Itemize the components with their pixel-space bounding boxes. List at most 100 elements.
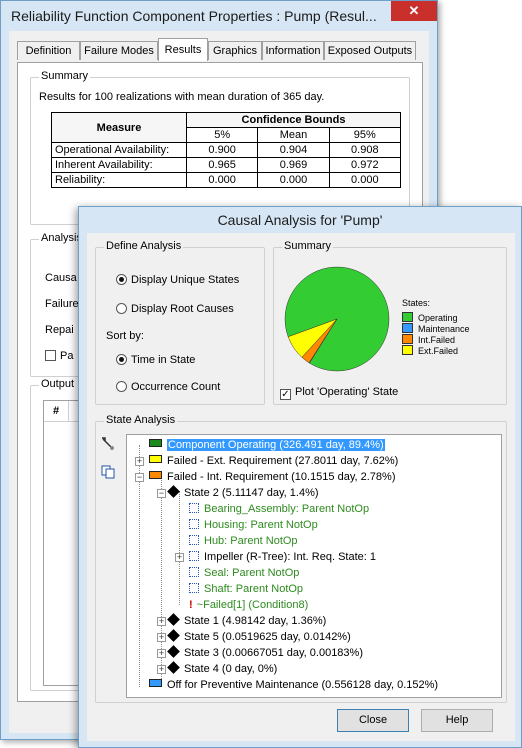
- collapse-minus-icon[interactable]: −: [157, 489, 166, 498]
- summary-pie-label: Summary: [282, 240, 334, 252]
- tree-node-preventive[interactable]: Off for Preventive Maintenance (0.556128…: [149, 678, 438, 692]
- tree-node-hub[interactable]: Hub: Parent NotOp: [189, 534, 298, 548]
- causal-analysis-window: Causal Analysis for 'Pump' Define Analys…: [78, 206, 522, 748]
- cell-value: 0.904: [257, 142, 330, 158]
- define-analysis-group: Define Analysis Display Unique States Di…: [95, 240, 265, 405]
- tree-node-state-1[interactable]: State 1 (4.98142 day, 1.36%): [167, 613, 326, 628]
- expand-plus-icon[interactable]: +: [175, 553, 184, 562]
- find-tool-icon[interactable]: [100, 436, 116, 452]
- tab-graphics[interactable]: Graphics: [208, 41, 262, 60]
- summary-text: Results for 100 realizations with mean d…: [39, 91, 325, 103]
- legend-label: Operating: [418, 313, 458, 323]
- table-row: Inherent Availability: 0.965 0.969 0.972: [51, 157, 402, 173]
- tab-information[interactable]: Information: [262, 41, 324, 60]
- collapse-minus-icon[interactable]: −: [135, 473, 144, 482]
- row-label: Reliability:: [51, 172, 187, 188]
- sort-by-label: Sort by:: [106, 330, 144, 342]
- causal-titlebar[interactable]: Causal Analysis for 'Pump': [79, 207, 521, 233]
- help-button[interactable]: Help: [421, 709, 493, 732]
- condition-icon: !: [189, 599, 193, 611]
- expand-plus-icon[interactable]: +: [157, 649, 166, 658]
- link-icon: [189, 535, 199, 545]
- legend-swatch: [402, 323, 413, 333]
- confidence-table: Measure Confidence Bounds 5% Mean 95% Op…: [51, 112, 402, 188]
- table-row: Reliability: 0.000 0.000 0.000: [51, 172, 402, 188]
- close-button[interactable]: Close: [337, 709, 409, 732]
- ext-failed-color-icon: [149, 455, 162, 463]
- expand-plus-icon[interactable]: +: [157, 665, 166, 674]
- radio-unique-states[interactable]: Display Unique States: [116, 274, 239, 286]
- legend-swatch: [402, 312, 413, 322]
- tree-node-state-2[interactable]: State 2 (5.11147 day, 1.4%): [167, 485, 319, 500]
- table-subheader-95: 95%: [328, 127, 402, 143]
- analysis-partial-label: Pa: [60, 350, 74, 362]
- radio-occurrence-count[interactable]: Occurrence Count: [116, 381, 220, 393]
- tree-node-state-4[interactable]: State 4 (0 day, 0%): [167, 661, 277, 676]
- legend-swatch: [402, 345, 413, 355]
- link-icon: [189, 519, 199, 529]
- int-failed-color-icon: [149, 471, 162, 479]
- expand-plus-icon[interactable]: +: [157, 633, 166, 642]
- legend-label: Int.Failed: [418, 335, 456, 345]
- tree-node-housing[interactable]: Housing: Parent NotOp: [189, 518, 318, 532]
- expand-plus-icon[interactable]: +: [135, 457, 144, 466]
- legend-item: Int.Failed: [402, 334, 470, 345]
- radio-time-label: Time in State: [131, 354, 196, 366]
- radio-count-label: Occurrence Count: [131, 381, 221, 393]
- radio-selected-icon: [116, 354, 127, 365]
- analysis-partial-checkbox[interactable]: Pa: [45, 350, 73, 362]
- tree-node-state-3[interactable]: State 3 (0.00667051 day, 0.00183%): [167, 645, 363, 660]
- tab-failure-modes[interactable]: Failure Modes: [80, 41, 158, 60]
- link-icon: [189, 583, 199, 593]
- state-diamond-icon: [167, 485, 180, 498]
- radio-root-label: Display Root Causes: [131, 303, 234, 315]
- plot-operating-checkbox[interactable]: ✓ Plot 'Operating' State: [280, 386, 398, 400]
- checkbox-icon: [45, 350, 56, 361]
- tab-results[interactable]: Results: [158, 38, 208, 61]
- tab-definition[interactable]: Definition: [17, 41, 80, 60]
- tree-node-int-failed[interactable]: Failed - Int. Requirement (10.1515 day, …: [149, 470, 395, 484]
- expand-plus-icon[interactable]: +: [157, 617, 166, 626]
- state-analysis-group: State Analysis Component Operating (326.…: [95, 414, 507, 703]
- link-icon: [189, 503, 199, 513]
- radio-unselected-icon: [116, 303, 127, 314]
- analysis-causal-label: Causa: [45, 272, 77, 284]
- maintenance-color-icon: [149, 679, 162, 687]
- state-tree[interactable]: Component Operating (326.491 day, 89.4%)…: [126, 434, 502, 698]
- checkbox-checked-icon: ✓: [280, 389, 291, 400]
- tree-node-seal[interactable]: Seal: Parent NotOp: [189, 566, 299, 580]
- summary-pie-group: Summary States: Operating Maintenance Int.…: [273, 240, 507, 405]
- table-row: Operational Availability: 0.900 0.904 0.…: [51, 142, 402, 158]
- tree-node-impeller[interactable]: Impeller (R-Tree): Int. Req. State: 1: [189, 550, 376, 564]
- states-legend: Operating Maintenance Int.Failed Ext.Failed: [402, 312, 470, 356]
- tab-exposed-outputs[interactable]: Exposed Outputs: [324, 41, 416, 60]
- radio-root-causes[interactable]: Display Root Causes: [116, 303, 234, 315]
- output-col-hash[interactable]: #: [44, 401, 69, 422]
- properties-titlebar[interactable]: Reliability Function Component Propertie…: [1, 1, 437, 31]
- link-icon: [189, 551, 199, 561]
- radio-selected-icon: [116, 274, 127, 285]
- tree-node-operating[interactable]: Component Operating (326.491 day, 89.4%): [149, 438, 385, 452]
- radio-unselected-icon: [116, 381, 127, 392]
- states-pie-chart: [284, 266, 390, 372]
- properties-close-icon[interactable]: ✕: [391, 1, 437, 21]
- cell-value: 0.000: [185, 172, 259, 188]
- tree-node-shaft[interactable]: Shaft: Parent NotOp: [189, 582, 303, 596]
- analysis-failure-label: Failure: [45, 298, 79, 310]
- state-diamond-icon: [167, 613, 180, 626]
- plot-operating-label: Plot 'Operating' State: [295, 386, 399, 398]
- cell-value: 0.965: [185, 157, 259, 173]
- table-subheader-5: 5%: [185, 127, 259, 143]
- summary-group-label: Summary: [39, 70, 91, 82]
- tree-node-ext-failed[interactable]: Failed - Ext. Requirement (27.8011 day, …: [149, 454, 398, 468]
- tree-node-bearing[interactable]: Bearing_Assembly: Parent NotOp: [189, 502, 369, 516]
- copy-icon[interactable]: [100, 464, 116, 480]
- table-subheader-mean: Mean: [257, 127, 330, 143]
- tree-node-state-5[interactable]: State 5 (0.0519625 day, 0.0142%): [167, 629, 351, 644]
- summary-group: Summary Results for 100 realizations wit…: [30, 70, 410, 225]
- radio-time-in-state[interactable]: Time in State: [116, 354, 195, 366]
- link-icon: [189, 567, 199, 577]
- tree-node-failed-condition[interactable]: ! ~Failed[1] (Condition8): [189, 598, 308, 612]
- causal-client: Define Analysis Display Unique States Di…: [87, 233, 515, 741]
- legend-item: Maintenance: [402, 323, 470, 334]
